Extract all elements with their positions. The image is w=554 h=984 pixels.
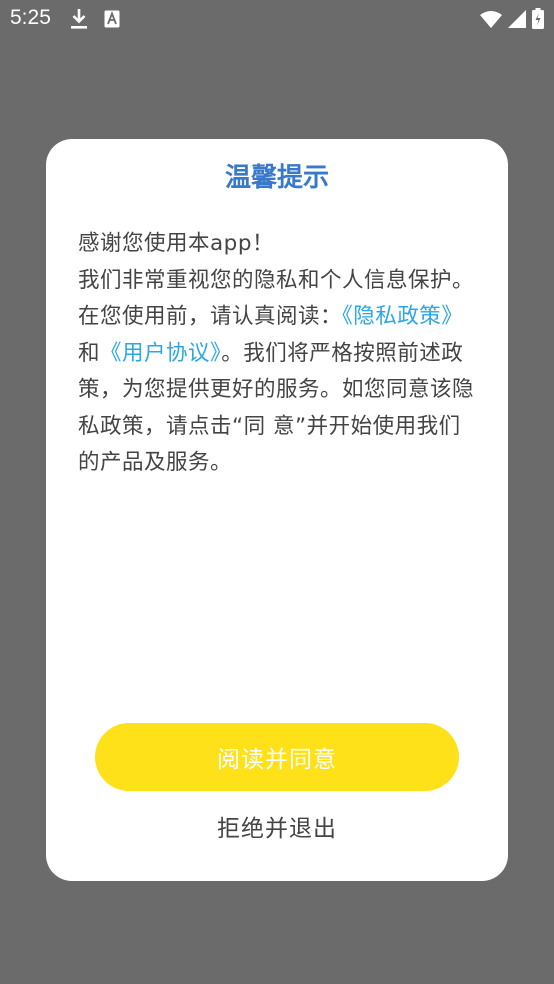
user-agreement-link[interactable]: 《用户协议》 (100, 341, 221, 366)
dialog-title: 温馨提示 (224, 163, 329, 193)
greeting-text: 感谢您使用本app！ (78, 231, 274, 256)
dialog-body: 感谢您使用本app！ 我们非常重视您的隐私和个人信息保护。在您使用前，请认真阅读… (78, 226, 474, 482)
status-right-icons (480, 8, 544, 33)
screen: 5:25 温馨提示 感谢您使用本app！ 我们非常重视您的隐私和个人信息保护。在… (0, 0, 554, 984)
agree-button[interactable]: 阅读并同意 (95, 723, 459, 791)
a-notification-icon (104, 10, 120, 32)
status-left-icons (70, 8, 120, 34)
and-text: 和 (78, 340, 101, 366)
policy-paragraph: 我们非常重视您的隐私和个人信息保护。在您使用前，请认真阅读：《隐私政策》和《用户… (78, 263, 474, 482)
wifi-icon (480, 10, 502, 32)
status-time: 5:25 (10, 6, 51, 29)
download-icon (70, 8, 88, 34)
signal-icon (508, 9, 526, 32)
reject-button[interactable]: 拒绝并退出 (95, 806, 459, 846)
privacy-policy-link[interactable]: 《隐私政策》 (342, 304, 463, 329)
battery-icon (532, 8, 544, 33)
status-bar: 5:25 (0, 0, 554, 38)
